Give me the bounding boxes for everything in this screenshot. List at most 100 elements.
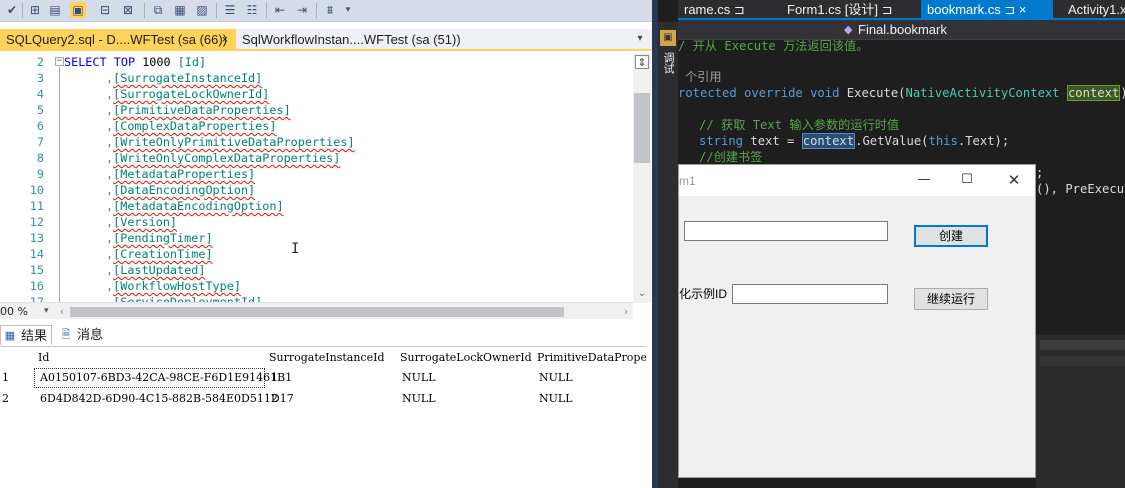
column-name: [SurrogateInstanceId] [113, 71, 263, 85]
line-number: 10 [29, 183, 44, 197]
tab-sqlquery2[interactable]: SQLQuery2.sql - D....WFTest (sa (66)) × [0, 29, 236, 51]
scroll-left-icon[interactable]: ‹ [56, 304, 68, 319]
close-icon[interactable]: ✕ [1004, 171, 1024, 189]
row-number[interactable]: 1 [2, 368, 9, 388]
debug-side-tab[interactable]: 调试 [660, 52, 676, 92]
results-grid[interactable]: Id SurrogateInstanceId SurrogateLockOwne… [0, 346, 646, 488]
instance-id-label: 化示例ID [679, 287, 728, 301]
scroll-thumb[interactable] [634, 93, 650, 163]
maximize-icon[interactable]: ☐ [957, 171, 977, 189]
zoom-dropdown-icon[interactable]: ▾ [44, 304, 54, 319]
tab-frame-cs[interactable]: rame.cs ⊐ [678, 0, 760, 19]
parse-icon[interactable]: ⊞ [27, 2, 43, 18]
form-titlebar[interactable]: m1 — ☐ ✕ [679, 165, 1035, 196]
sql-editor[interactable]: 2 3 4 5 6 7 8 9 10 11 12 13 14 15 16 17 − SELECT TOP 10… [0, 53, 633, 303]
tab-bookmark-cs[interactable]: bookmark.cs ⊐ × [921, 0, 1053, 19]
pin-close-icon[interactable]: ⊐ × [1004, 2, 1026, 17]
param-highlight: context [1066, 85, 1121, 101]
display-plan-icon[interactable]: ▤ [47, 2, 63, 18]
line-number: 12 [29, 215, 44, 229]
tab-label: rame.cs [684, 2, 731, 17]
grid-header-primitive-data[interactable]: PrimitiveDataPrope [537, 348, 646, 368]
zoom-level[interactable]: 00 % [0, 304, 40, 319]
query-options-icon[interactable]: ▣ [70, 2, 86, 18]
code-line: ,[MetadataProperties] [106, 166, 255, 182]
grid-cell[interactable]: A0150107-6BD3-42CA-98CE-F6D1E91461B1 [40, 368, 292, 388]
scroll-down-icon[interactable]: ⌄ [635, 287, 649, 301]
tab-activity1[interactable]: Activity1.xa [1062, 0, 1125, 19]
line-number-gutter: 2 3 4 5 6 7 8 9 10 11 12 13 14 15 16 17 [0, 53, 46, 303]
specify-values-icon[interactable]: ⩩ [322, 2, 338, 18]
code-comment: / 开从 Execute 万法返回该值。 [678, 39, 869, 53]
vs-navigation-bar[interactable]: ◆ Final.bookmark [678, 20, 1125, 40]
column-name: [Version] [113, 215, 178, 229]
grid-cell[interactable]: NULL [402, 368, 436, 388]
pin-icon[interactable]: ⊐ [882, 2, 893, 17]
hscroll-thumb[interactable] [70, 307, 564, 317]
keyword: void [810, 86, 840, 100]
code-text: .Text); [957, 134, 1010, 148]
vs-panel-bar [1040, 340, 1125, 350]
results-file-icon[interactable]: ▨ [194, 2, 210, 18]
row-number[interactable]: 2 [2, 389, 9, 409]
tab-sqlworkflow[interactable]: SqlWorkflowInstan....WFTest (sa (51)) [236, 29, 466, 51]
nav-member-dropdown[interactable]: Final.bookmark [858, 20, 947, 40]
tab-results-label: 结果 [21, 328, 48, 343]
results-text-icon[interactable]: ⧉ [150, 2, 166, 18]
outdent-icon[interactable]: ⇤ [272, 2, 288, 18]
debug-icon[interactable]: ▣ [660, 30, 676, 46]
code-line: ,[PrimitiveDataProperties] [106, 102, 291, 118]
grid-cell[interactable]: 2 [271, 389, 278, 409]
grid-cell[interactable]: NULL [539, 389, 573, 409]
code-line: string text = context.GetValue(this.Text… [699, 133, 1009, 149]
toolbar-overflow-icon[interactable]: ▾ [340, 2, 356, 18]
reference-count[interactable]: 个引用 [685, 69, 722, 85]
include-stats-icon[interactable]: ⊠ [120, 2, 136, 18]
bookmark-name-input[interactable] [684, 221, 888, 241]
grid-cell[interactable]: 6D4D842D-6D90-4C15-882B-584E0D511D17 [40, 389, 294, 409]
minimize-icon[interactable]: — [914, 171, 934, 189]
collapse-icon[interactable]: − [55, 57, 64, 66]
type-name: NativeActivityContext [905, 86, 1060, 100]
toolbar-separator [22, 3, 23, 18]
continue-button[interactable]: 继续运行 [914, 288, 988, 310]
scroll-right-icon[interactable]: › [620, 304, 632, 319]
indent-icon[interactable]: ⇥ [294, 2, 310, 18]
column-name: [MetadataProperties] [113, 167, 256, 181]
editor-vertical-scrollbar[interactable]: ⇕ ⌄ [633, 53, 651, 303]
code-line: ,[SurrogateInstanceId] [106, 70, 262, 86]
split-handle-icon[interactable]: ⇕ [635, 55, 649, 69]
column-name: [WorkflowHostType] [113, 279, 241, 293]
column-name: [PrimitiveDataProperties] [113, 103, 291, 117]
tab-form1-design[interactable]: Form1.cs [设计] ⊐ [781, 0, 899, 19]
word-highlight: context [801, 133, 856, 149]
code-comment: //创建书签 [699, 150, 763, 164]
create-button[interactable]: 创建 [914, 225, 988, 247]
grid-header-id[interactable]: Id [38, 348, 49, 368]
tab-messages[interactable]: 🗎 消息 [57, 325, 109, 345]
grid-cell[interactable]: NULL [539, 368, 573, 388]
line-number: 9 [36, 167, 44, 181]
keyword: rotected [678, 86, 737, 100]
grid-cell[interactable]: NULL [402, 389, 436, 409]
grid-header-surrogate-lock-owner-id[interactable]: SurrogateLockOwnerId [400, 348, 532, 368]
vs-document-tabs: rame.cs ⊐ Form1.cs [设计] ⊐ bookmark.cs ⊐ … [678, 0, 1125, 20]
close-icon[interactable]: × [222, 29, 228, 51]
results-tabs: ▦ 结果 🗎 消息 [0, 324, 652, 346]
tab-sqlquery2-label: SQLQuery2.sql - D....WFTest (sa (66)) [6, 32, 228, 47]
grid-header-surrogate-instance-id[interactable]: SurrogateInstanceId [269, 348, 384, 368]
pin-icon[interactable]: ⊐ [734, 2, 745, 17]
code-line: ,[CreationTime] [106, 246, 213, 262]
grid-cell[interactable]: 1 [271, 368, 278, 388]
line-number: 6 [36, 119, 44, 133]
check-icon[interactable]: ✔ [4, 2, 20, 18]
tab-dropdown-icon[interactable]: ▾ [634, 32, 646, 46]
comment-icon[interactable]: ☰ [222, 2, 238, 18]
results-grid-icon[interactable]: ▦ [172, 2, 188, 18]
tab-label: Activity1.xa [1068, 2, 1125, 17]
results-to-icon[interactable]: ⊟ [97, 2, 113, 18]
tab-results[interactable]: ▦ 结果 [0, 325, 52, 345]
editor-horizontal-scrollbar[interactable]: 00 % ▾ ‹ › [0, 302, 633, 319]
instance-id-input[interactable] [732, 284, 888, 304]
uncomment-icon[interactable]: ☷ [244, 2, 260, 18]
